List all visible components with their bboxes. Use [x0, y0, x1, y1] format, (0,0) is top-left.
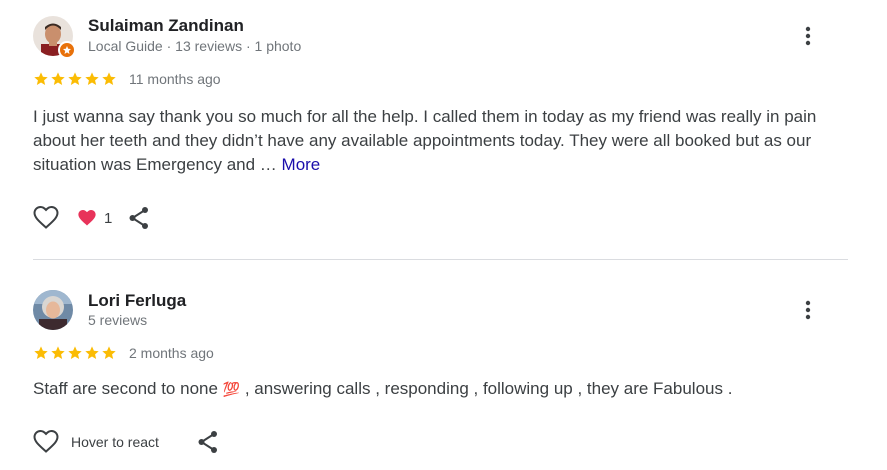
- reaction-count: 1: [104, 209, 113, 227]
- review-age: 2 months ago: [129, 345, 214, 361]
- review-card: Sulaiman Zandinan Local Guide · 13 revie…: [33, 0, 848, 259]
- hundred-points-emoji: 💯: [222, 381, 241, 397]
- reviewer-meta[interactable]: Local Guide · 13 reviews · 1 photo: [88, 38, 301, 54]
- review-text-body: Staff are second to none: [33, 379, 223, 398]
- reviewer-meta[interactable]: 5 reviews: [88, 312, 147, 328]
- star-icon: [68, 72, 82, 85]
- more-vert-icon[interactable]: [798, 298, 818, 322]
- review-card: Lori Ferluga 5 reviews 2 months ago Staf…: [33, 260, 848, 470]
- star-icon: [68, 346, 82, 359]
- reviewer-name[interactable]: Sulaiman Zandinan: [88, 16, 244, 36]
- reviewer-name[interactable]: Lori Ferluga: [88, 291, 186, 311]
- hover-to-react-label[interactable]: Hover to react: [71, 434, 159, 450]
- avatar[interactable]: [33, 290, 73, 330]
- more-vert-icon[interactable]: [798, 24, 818, 48]
- heart-outline-icon[interactable]: [33, 430, 59, 454]
- star-rating: [33, 71, 117, 87]
- more-link[interactable]: More: [282, 155, 321, 174]
- star-icon: [102, 346, 116, 359]
- review-text-body-cont: , answering calls , responding , followi…: [240, 379, 733, 398]
- star-icon: [102, 72, 116, 85]
- review-text: Staff are second to none 💯 , answering c…: [33, 377, 833, 401]
- star-icon: [34, 346, 48, 359]
- local-guide-badge-icon: [58, 41, 76, 59]
- avatar[interactable]: [33, 16, 76, 59]
- star-icon: [85, 346, 99, 359]
- star-icon: [85, 72, 99, 85]
- share-icon[interactable]: [128, 206, 150, 230]
- review-text: I just wanna say thank you so much for a…: [33, 105, 833, 177]
- share-icon[interactable]: [197, 430, 219, 454]
- star-icon: [51, 72, 65, 85]
- review-age: 11 months ago: [129, 71, 221, 87]
- review-actions: Hover to react: [33, 430, 219, 454]
- heart-reaction-icon[interactable]: [77, 209, 97, 227]
- star-rating: [33, 345, 117, 361]
- star-icon: [34, 72, 48, 85]
- heart-outline-icon[interactable]: [33, 206, 59, 230]
- review-text-body: I just wanna say thank you so much for a…: [33, 107, 817, 174]
- star-icon: [51, 346, 65, 359]
- review-actions: 1: [33, 206, 150, 230]
